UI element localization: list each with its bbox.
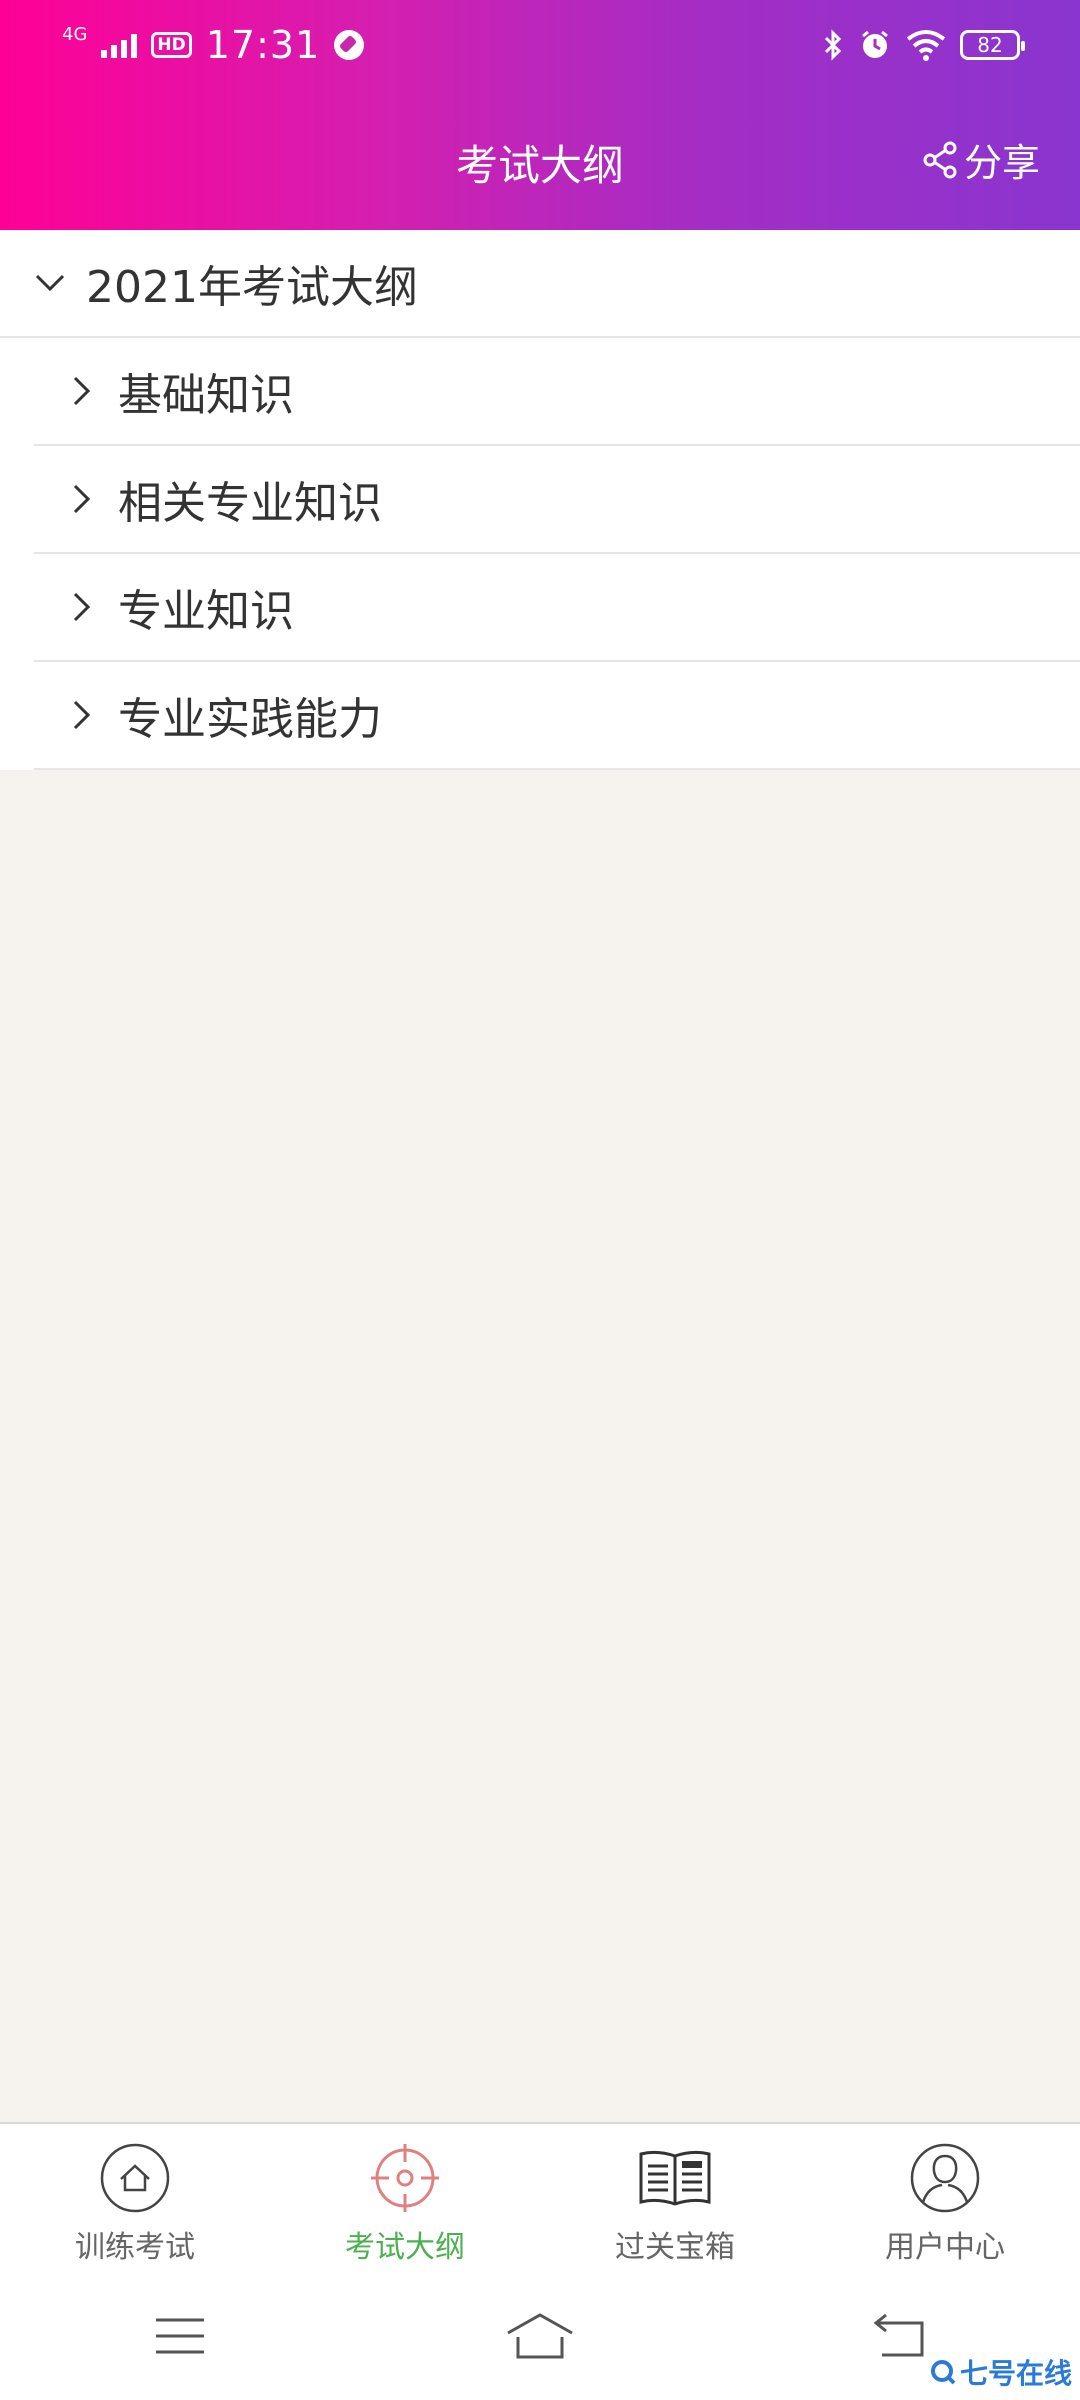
wifi-icon: [906, 30, 946, 61]
system-nav-bar: [0, 2272, 1080, 2400]
share-icon: [923, 141, 957, 178]
bluetooth-icon: [824, 29, 842, 61]
outline-item-basic[interactable]: 基础知识: [34, 338, 1080, 446]
battery-level: 82: [977, 33, 1003, 57]
back-icon: [873, 2313, 924, 2357]
battery-icon: 82: [960, 30, 1025, 60]
outline-item-label: 专业实践能力: [118, 694, 382, 745]
app-header: 4G HD 17:31 82 考试大纲 分享: [0, 0, 1080, 230]
status-right: 82: [822, 28, 1025, 62]
outline-item-related[interactable]: 相关专业知识: [34, 446, 1080, 554]
title-bar: 考试大纲 分享: [0, 110, 1080, 210]
chevron-right-icon: [60, 693, 104, 737]
watermark: 七号在线: [930, 2352, 1072, 2392]
outline-parent-row[interactable]: 2021年考试大纲: [0, 230, 1080, 338]
watermark-logo-icon: [930, 2360, 956, 2385]
network-label: 4G: [62, 24, 88, 45]
chevron-down-icon: [28, 261, 72, 305]
chevron-right-icon: [60, 369, 104, 413]
menu-button[interactable]: [140, 2301, 220, 2371]
hd-badge: HD: [151, 31, 192, 59]
target-icon: [367, 2140, 443, 2216]
user-icon: [907, 2140, 983, 2216]
signal-icon: [101, 32, 138, 58]
alarm-icon: [862, 30, 888, 58]
home-nav-icon: [507, 2313, 573, 2359]
nav-label: 用户中心: [885, 2230, 1005, 2265]
outline-item-label: 专业知识: [118, 586, 294, 637]
outline-list: 2021年考试大纲 基础知识 相关专业知识 专业知识 专业实践能力: [0, 230, 1080, 770]
nav-label: 考试大纲: [345, 2230, 465, 2265]
status-left: 4G HD 17:31: [62, 23, 365, 67]
status-bar: 4G HD 17:31 82: [0, 0, 1080, 90]
compass-icon: [334, 30, 365, 60]
outline-item-label: 基础知识: [118, 370, 294, 421]
home-icon: [97, 2140, 173, 2216]
outline-item-label: 相关专业知识: [118, 478, 382, 529]
outline-item-professional[interactable]: 专业知识: [34, 554, 1080, 662]
status-time: 17:31: [205, 23, 321, 67]
menu-icon: [156, 2318, 204, 2354]
nav-item-treasure[interactable]: 过关宝箱: [540, 2124, 810, 2272]
chevron-right-icon: [60, 585, 104, 629]
book-icon: [637, 2140, 713, 2216]
share-label: 分享: [963, 141, 1040, 185]
page-title: 考试大纲: [455, 141, 624, 190]
share-button[interactable]: 分享: [922, 132, 1040, 187]
nav-label: 过关宝箱: [615, 2230, 735, 2265]
outline-item-practice[interactable]: 专业实践能力: [34, 662, 1080, 770]
chevron-right-icon: [60, 477, 104, 521]
back-button[interactable]: [860, 2301, 940, 2371]
home-button[interactable]: [500, 2301, 580, 2371]
bottom-nav: 训练考试 考试大纲 过关宝箱 用户中心: [0, 2122, 1080, 2272]
nav-item-training[interactable]: 训练考试: [0, 2124, 270, 2272]
nav-item-user[interactable]: 用户中心: [810, 2124, 1080, 2272]
nav-item-outline[interactable]: 考试大纲: [270, 2124, 540, 2272]
nav-label: 训练考试: [75, 2230, 195, 2265]
outline-parent-label: 2021年考试大纲: [86, 262, 418, 313]
watermark-text: 七号在线: [959, 2357, 1072, 2390]
